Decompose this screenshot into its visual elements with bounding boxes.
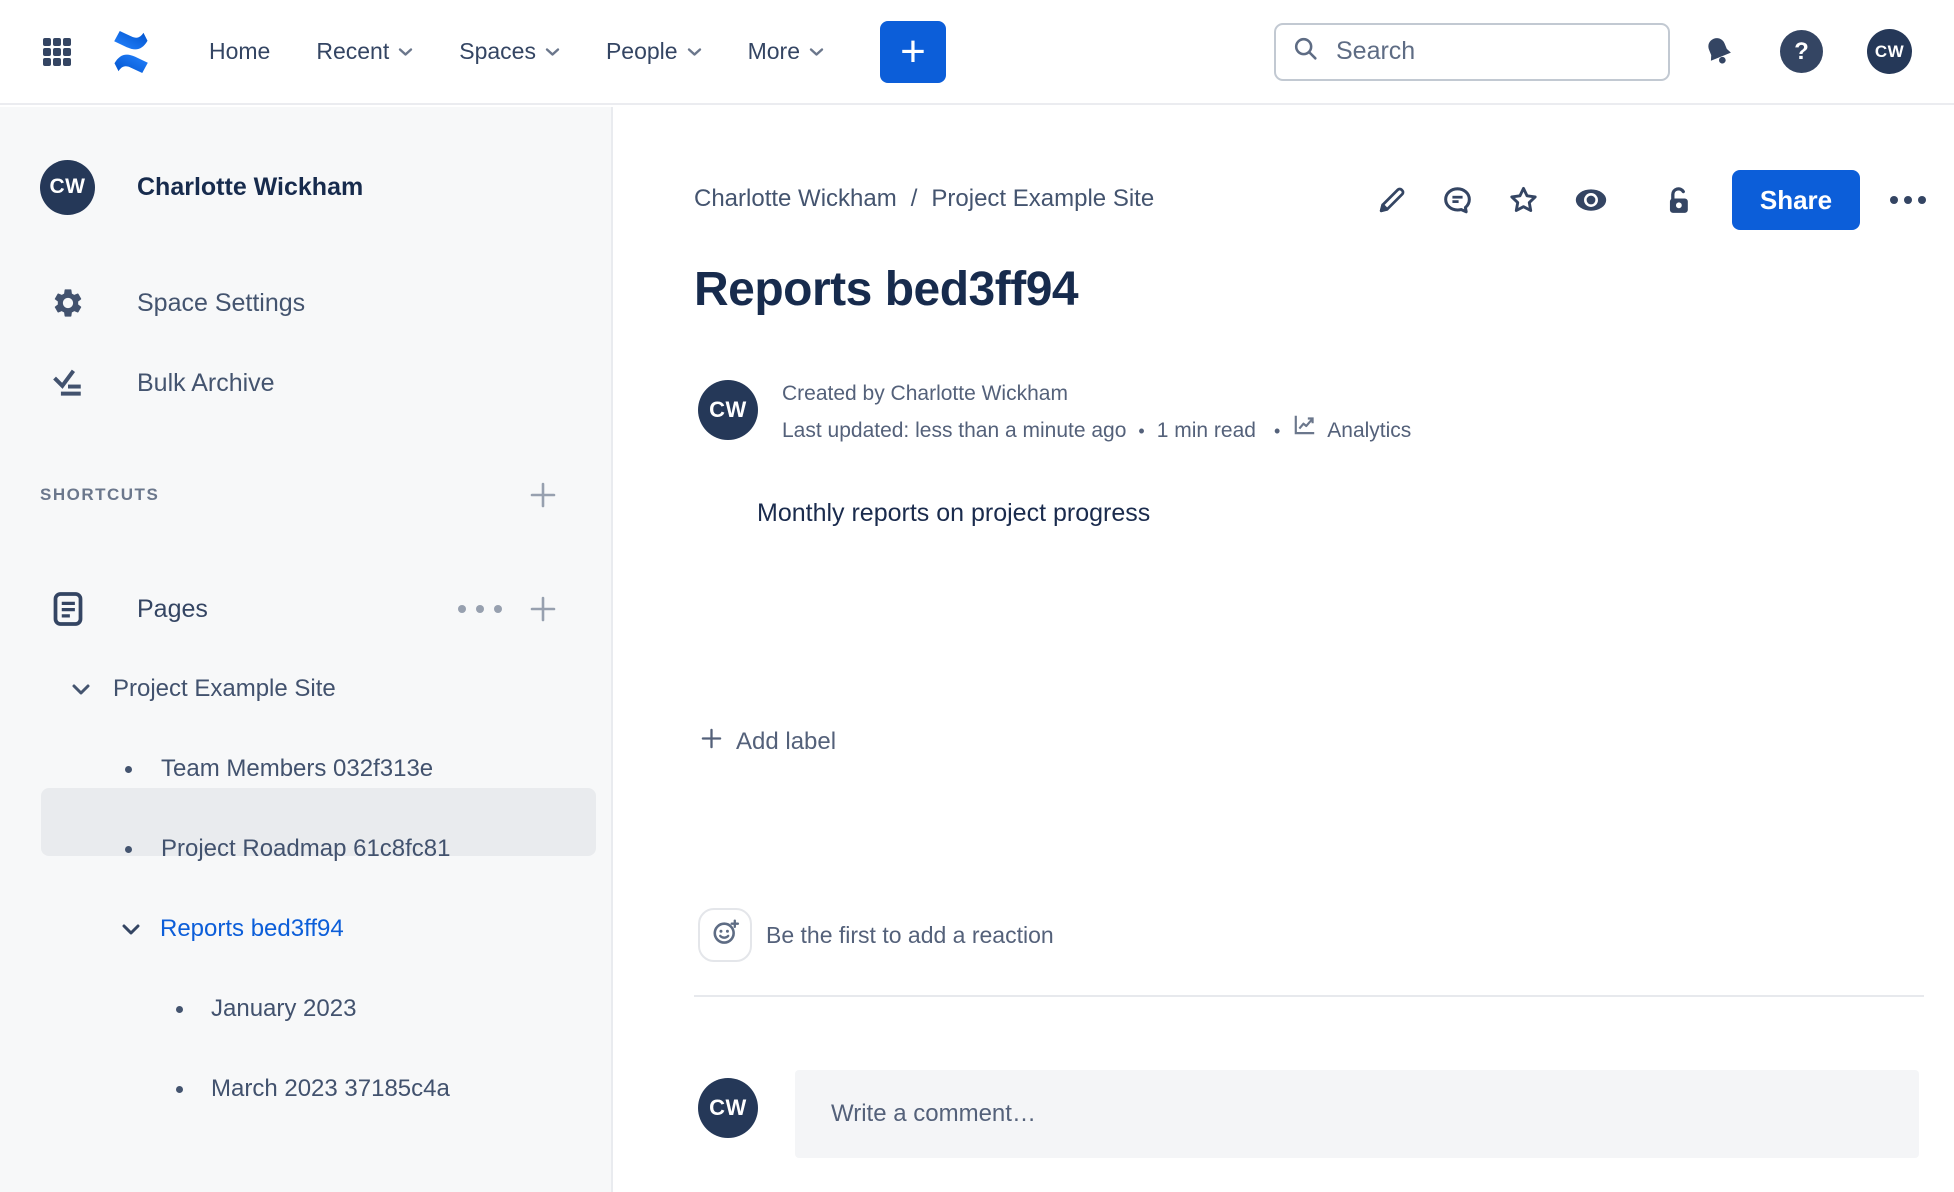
tree-item-project-example-site[interactable]: Project Example Site (0, 669, 613, 709)
shortcuts-header: SHORTCUTS (0, 475, 613, 515)
tree-item-label[interactable]: March 2023 37185c4a (211, 1075, 450, 1103)
create-button[interactable]: + (879, 20, 946, 83)
nav-item-recent[interactable]: Recent (316, 38, 413, 65)
bulk-archive-icon (40, 366, 95, 400)
add-reaction-button[interactable] (698, 908, 752, 962)
nav-item-spaces[interactable]: Spaces (459, 38, 560, 65)
dot-separator: • (1138, 421, 1145, 441)
add-page-plus-icon[interactable] (528, 595, 558, 623)
shortcuts-label: SHORTCUTS (40, 485, 160, 504)
help-icon[interactable]: ? (1780, 30, 1823, 73)
dot-separator: • (1273, 421, 1281, 441)
nav-item-label: Spaces (459, 38, 536, 64)
top-nav: Home Recent Spaces People More + Search … (0, 0, 1954, 105)
bullet-icon (125, 845, 132, 853)
space-name: Charlotte Wickham (137, 172, 364, 201)
chevron-down-icon (545, 47, 560, 57)
tree-item-label[interactable]: Team Members 032f313e (161, 755, 433, 783)
bullet-icon (176, 1005, 183, 1013)
sidebar-item-space-settings[interactable]: Space Settings (0, 283, 613, 323)
page-actions: Share (1375, 169, 1926, 231)
space-avatar: CW (40, 159, 95, 215)
breadcrumb-item[interactable]: Charlotte Wickham (694, 185, 897, 213)
comment-avatar: CW (698, 1078, 758, 1138)
confluence-page: Home Recent Spaces People More + Search … (0, 0, 1954, 1192)
byline-created: Created by Charlotte Wickham (782, 382, 1068, 405)
plus-icon: + (900, 26, 926, 76)
tree-item-label[interactable]: Project Roadmap 61c8fc81 (161, 835, 451, 863)
comment-input[interactable]: Write a comment… (795, 1070, 1919, 1158)
search-box[interactable] (1274, 22, 1670, 81)
pages-header[interactable]: Pages (0, 589, 613, 629)
plus-icon (700, 727, 723, 757)
chevron-down-icon[interactable] (71, 683, 91, 696)
chevron-down-icon (809, 47, 824, 57)
edit-icon[interactable] (1375, 184, 1408, 217)
reaction-prompt: Be the first to add a reaction (766, 922, 1054, 948)
unlock-icon[interactable] (1661, 184, 1694, 217)
main-content: Charlotte Wickham / Project Example Site (615, 107, 1954, 1192)
nav-item-people[interactable]: People (606, 38, 702, 65)
confluence-logo[interactable] (107, 28, 155, 76)
nav-item-home[interactable]: Home (209, 38, 270, 65)
nav-item-label: People (605, 38, 678, 64)
add-shortcut-plus-icon[interactable] (528, 481, 558, 509)
tree-item-january-2023[interactable]: January 2023 (0, 989, 613, 1029)
sidebar-item-label: Space Settings (137, 288, 306, 317)
pages-more-icon[interactable] (458, 605, 502, 613)
nav-item-label: More (747, 38, 800, 64)
watch-icon[interactable] (1573, 186, 1609, 214)
analytics-label: Analytics (1327, 419, 1412, 442)
breadcrumb-separator: / (910, 185, 918, 212)
gear-icon (40, 286, 95, 320)
pages-icon (40, 589, 95, 629)
analytics-icon (1292, 412, 1318, 450)
bell-icon[interactable] (1700, 33, 1738, 71)
nav-item-label: Recent (316, 38, 390, 64)
star-icon[interactable] (1507, 184, 1540, 217)
add-label-text: Add label (736, 728, 837, 755)
breadcrumb-item[interactable]: Project Example Site (931, 185, 1154, 213)
search-input[interactable] (1334, 36, 1638, 67)
search-icon (1292, 35, 1320, 68)
pages-label: Pages (137, 594, 208, 623)
byline-avatar[interactable]: CW (698, 380, 758, 440)
chevron-down-icon[interactable] (121, 923, 141, 936)
chevron-down-icon (398, 47, 413, 57)
page-title: Reports bed3ff94 (694, 263, 1079, 316)
tree-item-march-2023[interactable]: March 2023 37185c4a (0, 1069, 613, 1109)
bullet-icon (125, 765, 132, 773)
chevron-down-icon (687, 47, 702, 57)
avatar[interactable]: CW (1867, 29, 1912, 74)
tree-item-label[interactable]: January 2023 (211, 995, 356, 1023)
tree-item-team-members[interactable]: Team Members 032f313e (0, 749, 613, 789)
comment-placeholder: Write a comment… (831, 1100, 1036, 1127)
section-divider (694, 995, 1924, 997)
smiley-plus-icon (710, 917, 741, 953)
more-icon[interactable] (1890, 196, 1926, 204)
tree-item-label[interactable]: Reports bed3ff94 (160, 915, 344, 943)
byline: Created by Charlotte Wickham Last update… (782, 376, 1411, 450)
comment-icon[interactable] (1441, 184, 1474, 217)
breadcrumb: Charlotte Wickham / Project Example Site (694, 185, 1154, 213)
byline-read-time: 1 min read (1156, 419, 1256, 442)
tree-item-label[interactable]: Project Example Site (113, 675, 336, 703)
share-button[interactable]: Share (1732, 170, 1860, 230)
nav-item-label: Home (209, 38, 271, 64)
sidebar-item-bulk-archive[interactable]: Bulk Archive (0, 363, 613, 403)
sidebar-item-label: Bulk Archive (137, 368, 275, 397)
analytics-link[interactable]: Analytics (1292, 412, 1411, 450)
app-grid-icon[interactable] (40, 35, 73, 68)
byline-last-updated: Last updated: less than a minute ago (782, 419, 1127, 442)
sidebar: CW Charlotte Wickham Space Settings Bulk… (0, 107, 613, 1192)
space-header[interactable]: CW Charlotte Wickham (0, 157, 613, 217)
nav-item-more[interactable]: More (748, 38, 824, 65)
nav-links: Home Recent Spaces People More (209, 38, 824, 65)
tree-item-project-roadmap[interactable]: Project Roadmap 61c8fc81 (0, 829, 613, 869)
page-body-text: Monthly reports on project progress (757, 499, 1151, 527)
bullet-icon (176, 1085, 183, 1093)
tree-item-reports-selected[interactable]: Reports bed3ff94 (0, 909, 613, 949)
add-label-button[interactable]: Add label (700, 727, 836, 757)
